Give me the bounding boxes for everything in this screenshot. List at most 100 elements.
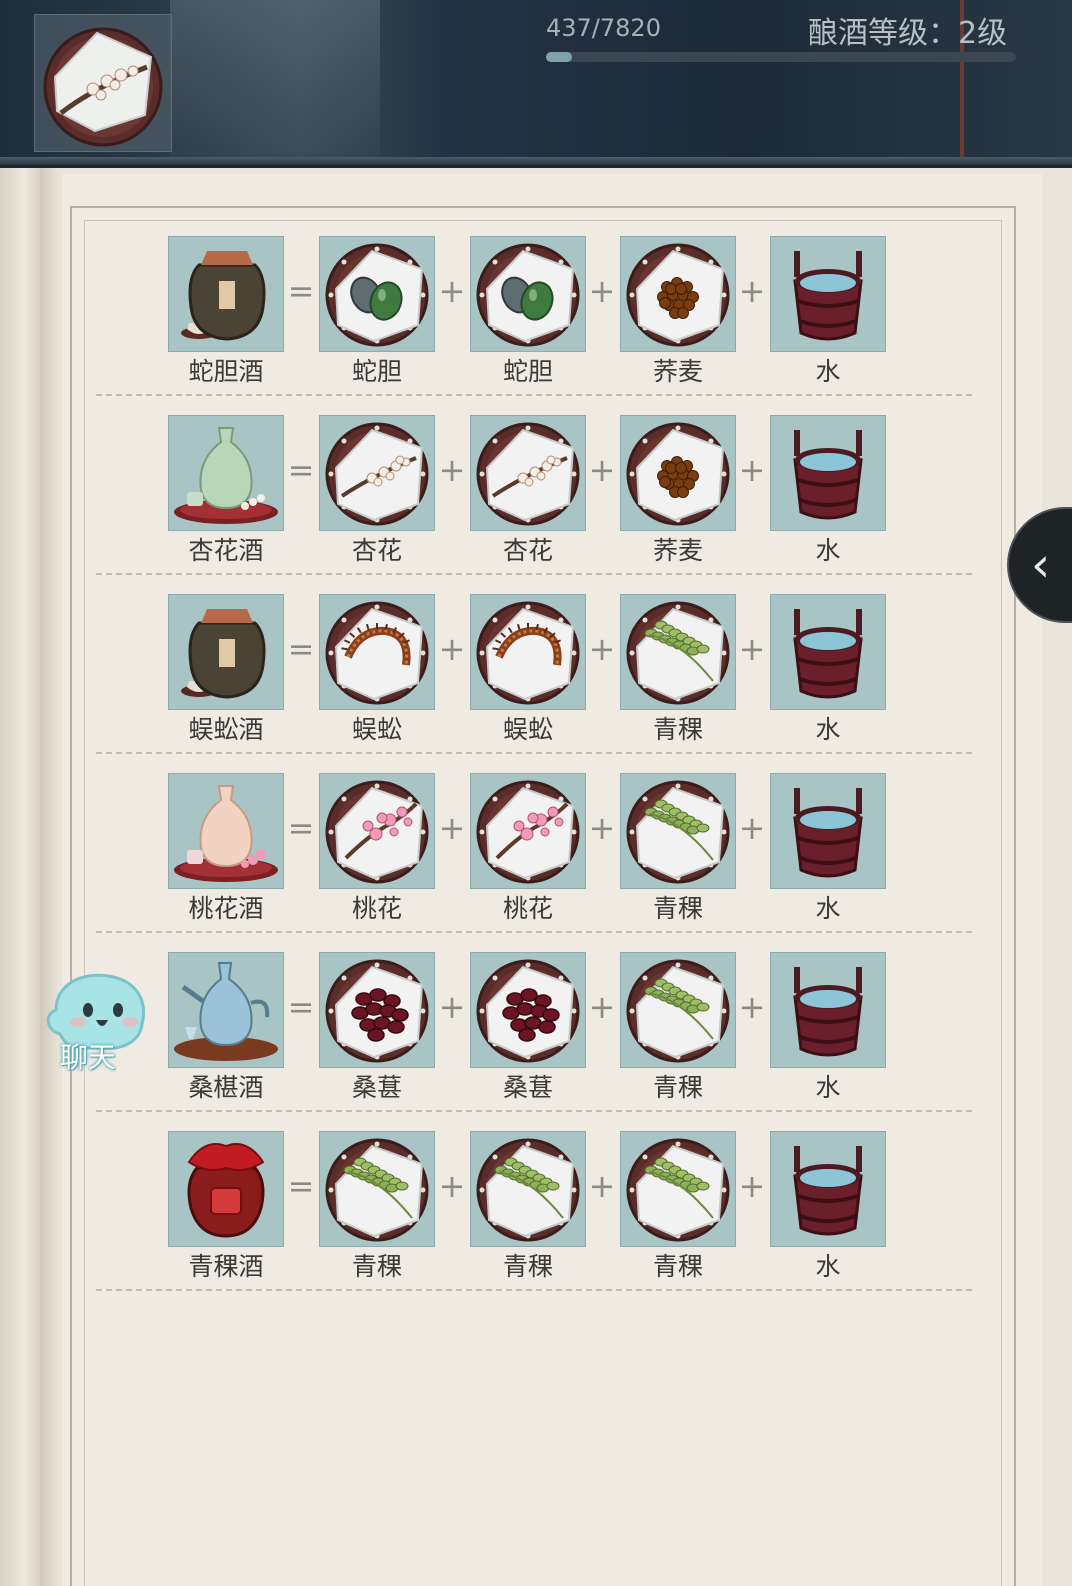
row-divider — [96, 394, 972, 396]
brewing-exp-bar — [546, 52, 1016, 62]
current-item-slot[interactable] — [34, 14, 172, 152]
mulberry-icon — [320, 953, 434, 1067]
ingredient-slot[interactable] — [620, 773, 736, 889]
ingredient-slot[interactable] — [470, 415, 586, 531]
highland-barley-icon — [471, 1132, 585, 1246]
plus-sign: + — [438, 809, 466, 847]
recipe-result-slot[interactable] — [168, 594, 284, 710]
highland-barley-icon — [621, 1132, 735, 1246]
ingredient-label: 蜈蚣 — [351, 715, 402, 744]
chat-label: 聊天 — [60, 1041, 117, 1074]
plus-sign: + — [738, 630, 766, 668]
ingredient-slot[interactable] — [770, 1131, 886, 1247]
ingredient-label: 青稞 — [351, 1252, 402, 1281]
recipe-result-slot[interactable] — [168, 236, 284, 352]
water-bucket-icon — [771, 416, 885, 530]
chat-button[interactable]: 聊天 — [38, 970, 150, 1078]
mulberry-wine-ewer-icon — [169, 953, 283, 1067]
ingredient-label: 青稞 — [652, 715, 703, 744]
top-bar: 437/7820 酿酒等级：2级 — [0, 0, 1072, 165]
plus-sign: + — [438, 988, 466, 1026]
ingredient-slot[interactable] — [319, 1131, 435, 1247]
equals-sign: = — [287, 630, 315, 668]
water-bucket-icon — [771, 774, 885, 888]
apricot-blossom-plate-icon — [43, 27, 163, 147]
background-scenery — [170, 0, 380, 165]
ingredient-slot[interactable] — [770, 773, 886, 889]
ingredient-label: 桃花 — [502, 894, 553, 923]
ingredient-slot[interactable] — [319, 952, 435, 1068]
row-divider — [96, 1289, 972, 1291]
plus-sign: + — [588, 1167, 616, 1205]
buckwheat-icon — [621, 237, 735, 351]
ingredient-slot[interactable] — [470, 773, 586, 889]
recipe-result-label: 桑椹酒 — [188, 1073, 264, 1102]
centipede-icon — [320, 595, 434, 709]
chevron-left-icon: ‹ — [1031, 537, 1051, 593]
ingredient-slot[interactable] — [770, 415, 886, 531]
plus-sign: + — [588, 272, 616, 310]
ingredient-slot[interactable] — [319, 236, 435, 352]
equals-sign: = — [287, 1167, 315, 1205]
apricot-wine-bottle-icon — [169, 416, 283, 530]
highland-barley-icon — [320, 1132, 434, 1246]
centipede-icon — [471, 595, 585, 709]
plus-sign: + — [588, 809, 616, 847]
ingredient-slot[interactable] — [470, 236, 586, 352]
recipe-result-slot[interactable] — [168, 1131, 284, 1247]
ingredient-label: 水 — [815, 1252, 841, 1281]
ingredient-label: 荞麦 — [652, 357, 703, 386]
recipe-result-slot[interactable] — [168, 952, 284, 1068]
plus-sign: + — [738, 988, 766, 1026]
ingredient-label: 水 — [815, 357, 841, 386]
recipe-row: 桑椹酒 = + + + 桑葚 桑葚 青稞 水 — [0, 952, 1072, 1122]
apricot-blossom-icon — [320, 416, 434, 530]
ingredient-label: 桃花 — [351, 894, 402, 923]
ingredient-slot[interactable] — [620, 594, 736, 710]
plus-sign: + — [438, 451, 466, 489]
plus-sign: + — [438, 1167, 466, 1205]
ingredient-slot[interactable] — [470, 952, 586, 1068]
recipe-result-label: 杏花酒 — [188, 536, 264, 565]
row-divider — [96, 1110, 972, 1112]
snake-gall-wine-jar-icon — [169, 237, 283, 351]
recipe-row: 桃花酒 = + + + 桃花 桃花 青稞 水 — [0, 773, 1072, 943]
peach-blossom-icon — [471, 774, 585, 888]
ingredient-slot[interactable] — [319, 773, 435, 889]
brewing-exp-fill — [546, 52, 573, 62]
row-divider — [96, 573, 972, 575]
ingredient-slot[interactable] — [770, 594, 886, 710]
ingredient-label: 杏花 — [351, 536, 402, 565]
highland-barley-icon — [621, 774, 735, 888]
ingredient-slot[interactable] — [620, 415, 736, 531]
ingredient-slot[interactable] — [319, 594, 435, 710]
ingredient-slot[interactable] — [470, 1131, 586, 1247]
recipe-result-slot[interactable] — [168, 415, 284, 531]
water-bucket-icon — [771, 595, 885, 709]
ingredient-label: 荞麦 — [652, 536, 703, 565]
highland-barley-icon — [621, 595, 735, 709]
plus-sign: + — [738, 809, 766, 847]
recipe-result-label: 桃花酒 — [188, 894, 264, 923]
ingredient-slot[interactable] — [620, 236, 736, 352]
apricot-blossom-icon — [471, 416, 585, 530]
ingredient-slot[interactable] — [770, 952, 886, 1068]
recipe-result-slot[interactable] — [168, 773, 284, 889]
ingredient-slot[interactable] — [470, 594, 586, 710]
recipe-row: 蛇胆酒 = + + + 蛇胆 蛇胆 荞麦 水 — [0, 236, 1072, 406]
ingredient-label: 蛇胆 — [502, 357, 553, 386]
plus-sign: + — [738, 451, 766, 489]
recipe-result-label: 蛇胆酒 — [188, 357, 264, 386]
plus-sign: + — [738, 1167, 766, 1205]
recipe-row: 杏花酒 = + + + 杏花 杏花 荞麦 水 — [0, 415, 1072, 585]
ingredient-slot[interactable] — [319, 415, 435, 531]
ingredient-label: 青稞 — [652, 1252, 703, 1281]
ingredient-slot[interactable] — [620, 952, 736, 1068]
snake-gall-icon — [471, 237, 585, 351]
ingredient-slot[interactable] — [620, 1131, 736, 1247]
snake-gall-icon — [320, 237, 434, 351]
brewing-level: 酿酒等级：2级 — [808, 16, 1008, 51]
ingredient-label: 水 — [815, 715, 841, 744]
ingredient-label: 青稞 — [502, 1252, 553, 1281]
ingredient-slot[interactable] — [770, 236, 886, 352]
